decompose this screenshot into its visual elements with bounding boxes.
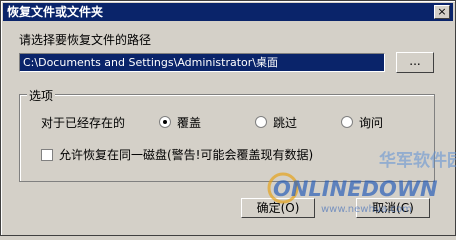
skip-radio-label[interactable]: 跳过 xyxy=(273,114,297,131)
skip-radio[interactable] xyxy=(255,116,267,128)
options-group-label: 选项 xyxy=(27,87,56,104)
allow-same-disk-label[interactable]: 允许恢复在同一磁盘(警告!可能会覆盖现有数据) xyxy=(59,146,313,163)
overwrite-radio[interactable] xyxy=(159,116,171,128)
browse-button[interactable]: ... xyxy=(396,52,434,73)
existing-files-label: 对于已经存在的 xyxy=(41,116,126,130)
ok-button[interactable]: 确定(O) xyxy=(241,198,315,218)
options-group xyxy=(19,94,435,182)
ask-radio[interactable] xyxy=(341,116,353,128)
path-input-value: C:\Documents and Settings\Administrator\… xyxy=(23,56,279,69)
ask-radio-label[interactable]: 询问 xyxy=(359,114,383,131)
close-button[interactable]: × xyxy=(434,5,450,19)
allow-same-disk-checkbox[interactable] xyxy=(41,149,53,161)
path-input[interactable]: C:\Documents and Settings\Administrator\… xyxy=(19,53,385,72)
dialog-window: 恢复文件或文件夹 × 请选择要恢复文件的路径 C:\Documents and … xyxy=(0,0,456,236)
cancel-button[interactable]: 取消(C) xyxy=(356,198,430,218)
overwrite-radio-label[interactable]: 覆盖 xyxy=(177,114,201,131)
radio-selected-dot xyxy=(163,120,167,124)
path-label: 请选择要恢复文件的路径 xyxy=(19,33,152,47)
dialog-title: 恢复文件或文件夹 xyxy=(7,5,104,19)
title-bar[interactable]: 恢复文件或文件夹 × xyxy=(3,3,453,21)
